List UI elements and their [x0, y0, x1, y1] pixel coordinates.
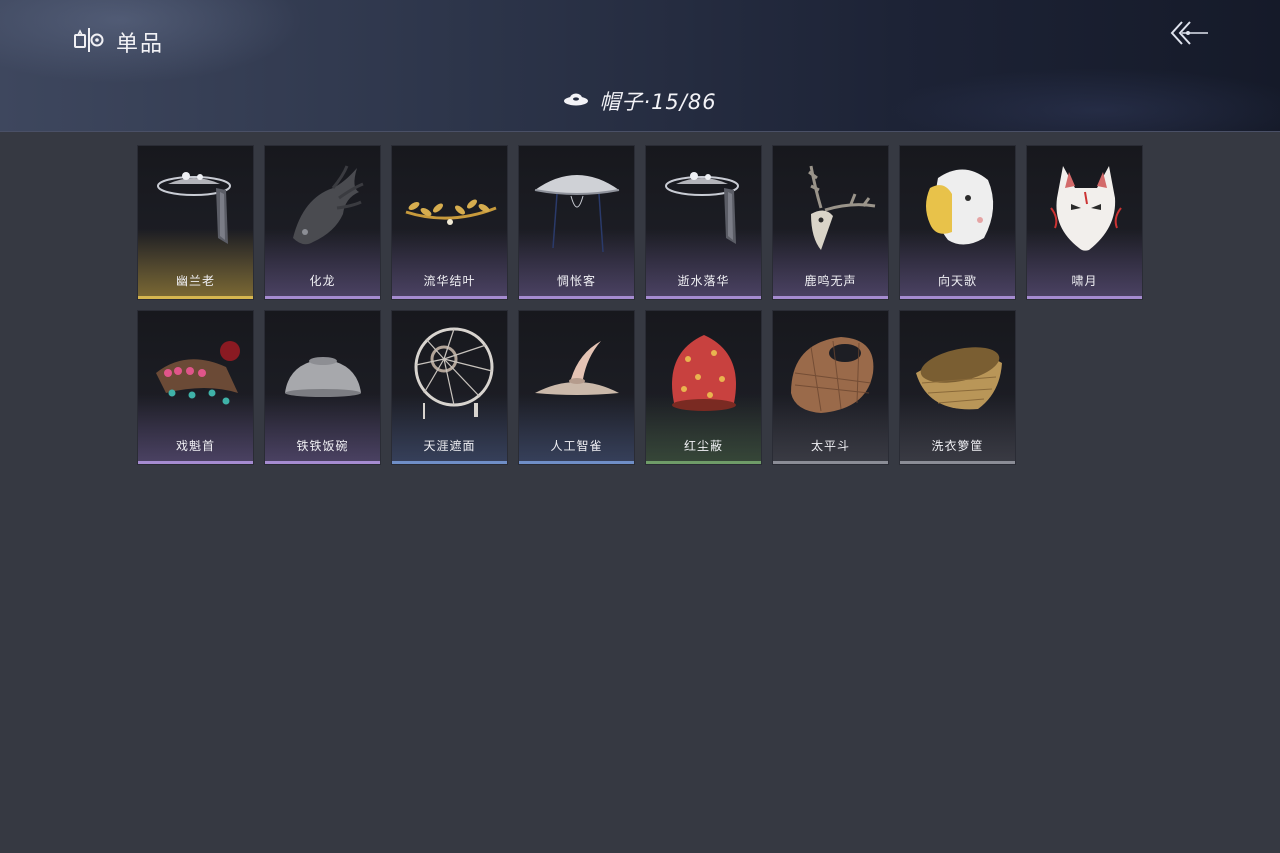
- item-card[interactable]: 流华结叶: [391, 145, 508, 300]
- goose-hood-icon: [926, 169, 994, 245]
- back-button[interactable]: [1166, 18, 1212, 52]
- item-card[interactable]: 天涯遮面: [391, 310, 508, 465]
- bird-hat-icon: [535, 341, 619, 395]
- item-name: 铁铁饭碗: [296, 439, 349, 453]
- red-cloth-hood-icon: [672, 335, 736, 411]
- golden-leaf-circlet-icon: [405, 199, 497, 225]
- straw-bamboo-hat-icon: [534, 175, 620, 253]
- dragon-headpiece-icon: [293, 165, 364, 245]
- item-name: 天涯遮面: [423, 439, 476, 453]
- item-card[interactable]: 洗衣箩筐: [899, 310, 1016, 465]
- item-card[interactable]: 铁铁饭碗: [264, 310, 381, 465]
- item-card[interactable]: 鹿鸣无声: [772, 145, 889, 300]
- item-card[interactable]: 向天歌: [899, 145, 1016, 300]
- hat-icon: [563, 91, 589, 111]
- item-name: 戏魁首: [175, 439, 215, 453]
- item-name: 红尘蔽: [683, 439, 723, 453]
- item-name: 幽兰老: [175, 274, 215, 288]
- item-name: 化龙: [309, 274, 336, 288]
- item-card[interactable]: 啸月: [1026, 145, 1143, 300]
- item-name: 向天歌: [937, 274, 977, 288]
- section-title-text: 单品: [116, 32, 165, 57]
- item-grid: 幽兰老 化龙 流华结叶 惆怅客 逝水落华 鹿鸣无声 向天歌 啸月 戏魁首 铁铁饭…: [137, 145, 1143, 465]
- veiled-wide-hat-icon: [157, 172, 231, 244]
- item-card[interactable]: 戏魁首: [137, 310, 254, 465]
- wicker-basket-hat-icon: [791, 337, 874, 413]
- item-card[interactable]: 红尘蔽: [645, 310, 762, 465]
- item-name: 流华结叶: [423, 274, 476, 288]
- fox-mask-icon: [1050, 166, 1122, 251]
- item-name: 太平斗: [810, 439, 850, 453]
- item-card[interactable]: 太平斗: [772, 310, 889, 465]
- item-name: 洗衣箩筐: [931, 439, 984, 453]
- item-card[interactable]: 化龙: [264, 145, 381, 300]
- item-name: 啸月: [1071, 274, 1098, 288]
- item-name: 逝水落华: [677, 274, 730, 288]
- category-heading: 帽子·15/86: [0, 86, 1280, 116]
- header-banner: 单品 帽子·15/86: [0, 0, 1280, 132]
- laundry-basket-icon: [916, 347, 1002, 410]
- item-name: 人工智雀: [550, 439, 603, 453]
- item-card[interactable]: 逝水落华: [645, 145, 762, 300]
- item-name: 惆怅客: [556, 274, 596, 288]
- item-card[interactable]: 惆怅客: [518, 145, 635, 300]
- wardrobe-icon: [74, 26, 104, 58]
- section-title: 单品: [74, 26, 164, 58]
- category-label: 帽子·15/86: [599, 90, 717, 114]
- iron-bowl-icon: [285, 357, 361, 397]
- item-card[interactable]: 人工智雀: [518, 310, 635, 465]
- veiled-wide-hat-icon: [665, 172, 739, 244]
- back-arrow-icon: [1168, 18, 1210, 52]
- opera-headdress-icon: [156, 341, 240, 405]
- woven-ring-hat-icon: [414, 327, 494, 419]
- item-name: 鹿鸣无声: [804, 274, 857, 288]
- deer-skull-antlers-icon: [808, 165, 876, 250]
- item-card[interactable]: 幽兰老: [137, 145, 254, 300]
